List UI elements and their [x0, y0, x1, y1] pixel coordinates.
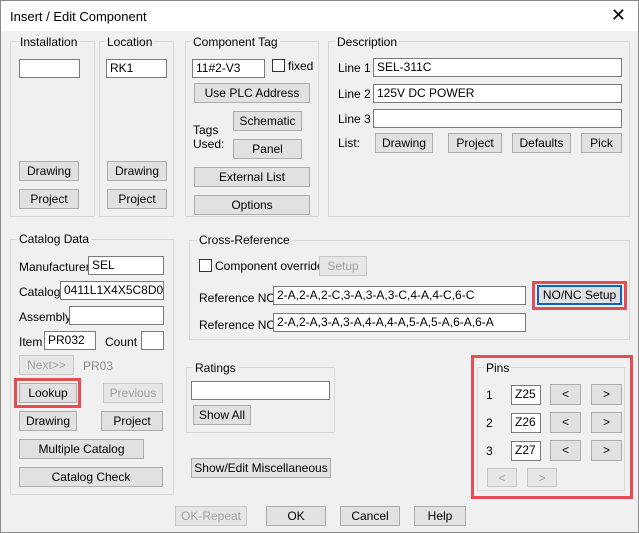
- line1-label: Line 1: [338, 61, 371, 75]
- line2-input[interactable]: 125V DC POWER: [373, 84, 622, 103]
- ok-repeat-button[interactable]: OK-Repeat: [175, 506, 247, 526]
- manufacturer-input[interactable]: SEL: [88, 256, 164, 275]
- no-nc-setup-highlight: [532, 281, 627, 310]
- line3-input[interactable]: [373, 109, 622, 128]
- description-legend: Description: [335, 35, 400, 49]
- setup-button[interactable]: Setup: [319, 256, 367, 276]
- show-all-button[interactable]: Show All: [193, 405, 251, 425]
- help-button[interactable]: Help: [414, 506, 466, 526]
- location-legend: Location: [105, 35, 155, 49]
- manufacturer-label: Manufacturer: [19, 260, 90, 274]
- location-input[interactable]: RK1: [106, 59, 167, 78]
- catalog-project-button[interactable]: Project: [101, 411, 163, 431]
- ratings-legend: Ratings: [193, 361, 238, 375]
- description-project-button[interactable]: Project: [448, 133, 502, 153]
- count-label: Count: [105, 335, 138, 349]
- location-drawing-button[interactable]: Drawing: [107, 161, 167, 181]
- cancel-button[interactable]: Cancel: [340, 506, 400, 526]
- reference-nc-label: Reference NC: [199, 318, 276, 332]
- assembly-input[interactable]: [69, 306, 164, 325]
- external-list-button[interactable]: External List: [194, 167, 310, 187]
- next-item-preview: PR032: [83, 359, 113, 373]
- lookup-highlight: [14, 378, 81, 408]
- cross-reference-legend: Cross-Reference: [197, 233, 292, 247]
- item-label: Item: [19, 335, 43, 349]
- fixed-label: fixed: [288, 59, 314, 73]
- count-input[interactable]: [141, 331, 164, 350]
- multiple-catalog-button[interactable]: Multiple Catalog: [19, 439, 144, 459]
- ratings-input[interactable]: [191, 381, 330, 400]
- previous-button[interactable]: Previous: [103, 383, 163, 403]
- component-tag-input[interactable]: 11#2-V3: [192, 59, 265, 78]
- pins-highlight: [471, 355, 633, 499]
- window-title: Insert / Edit Component: [10, 9, 147, 24]
- options-button[interactable]: Options: [194, 195, 310, 215]
- close-icon[interactable]: ✕: [611, 5, 626, 25]
- list-label: List:: [338, 136, 361, 150]
- description-drawing-button[interactable]: Drawing: [375, 133, 433, 153]
- panel-button[interactable]: Panel: [233, 139, 302, 159]
- ok-button[interactable]: OK: [266, 506, 326, 526]
- catalog-input[interactable]: 0411L1X4X5C8D0XH: [60, 281, 164, 300]
- installation-drawing-button[interactable]: Drawing: [19, 161, 79, 181]
- use-plc-address-button[interactable]: Use PLC Address: [194, 83, 310, 103]
- tags-used-label: Tags Used:: [193, 123, 225, 151]
- catalog-drawing-button[interactable]: Drawing: [19, 411, 77, 431]
- line1-input[interactable]: SEL-311C: [373, 58, 622, 77]
- next-button[interactable]: Next>>: [19, 355, 74, 375]
- catalog-label: Catalog: [19, 285, 61, 299]
- line2-label: Line 2: [338, 87, 371, 101]
- assembly-label: Assembly: [19, 310, 72, 324]
- defaults-button[interactable]: Defaults: [512, 133, 571, 153]
- reference-nc-input[interactable]: 2-A,2-A,3-A,3-A,4-A,4-A,5-A,5-A,6-A,6-A: [273, 313, 526, 332]
- installation-legend: Installation: [18, 35, 80, 49]
- title-bar: Insert / Edit Component ✕: [1, 1, 638, 31]
- catalog-data-legend: Catalog Data: [17, 232, 92, 246]
- catalog-check-button[interactable]: Catalog Check: [19, 467, 163, 487]
- reference-no-input[interactable]: 2-A,2-A,2-C,3-A,3-A,3-C,4-A,4-C,6-C: [273, 286, 526, 305]
- installation-input[interactable]: [19, 59, 80, 78]
- component-override-checkbox[interactable]: [199, 259, 212, 272]
- installation-project-button[interactable]: Project: [19, 189, 79, 209]
- component-tag-legend: Component Tag: [191, 35, 280, 49]
- insert-edit-component-dialog: Insert / Edit Component ✕ Installation D…: [0, 0, 639, 533]
- item-input[interactable]: PR032: [44, 331, 96, 350]
- fixed-checkbox[interactable]: [272, 59, 285, 72]
- location-project-button[interactable]: Project: [107, 189, 167, 209]
- reference-no-label: Reference NO: [199, 291, 276, 305]
- show-edit-miscellaneous-button[interactable]: Show/Edit Miscellaneous: [191, 458, 331, 478]
- pick-button[interactable]: Pick: [581, 133, 622, 153]
- component-override-label: Component override: [215, 259, 324, 273]
- line3-label: Line 3: [338, 112, 371, 126]
- schematic-button[interactable]: Schematic: [233, 111, 302, 131]
